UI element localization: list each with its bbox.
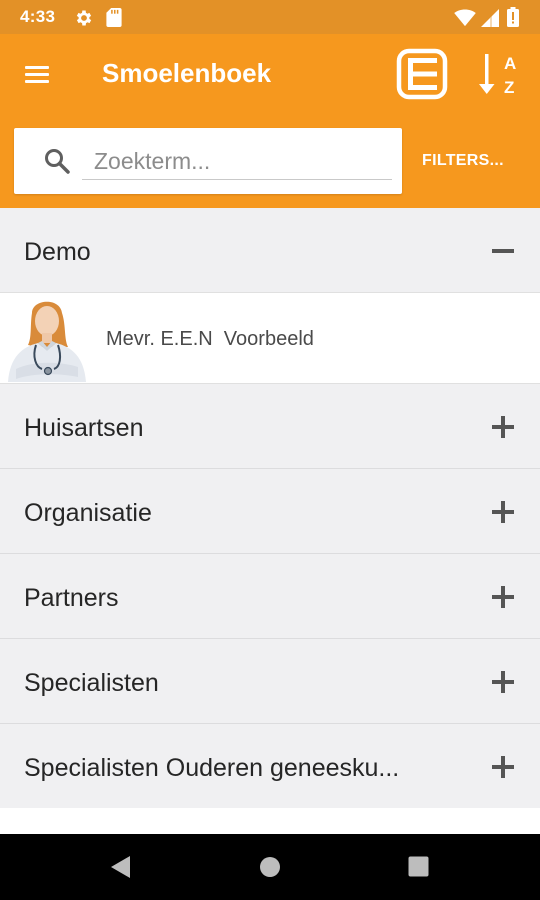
filters-button[interactable]: FILTERS... — [422, 152, 504, 170]
signal-icon — [481, 9, 499, 27]
group-row-partners[interactable]: Partners — [0, 554, 540, 639]
contact-group-list: Demo Mevr. E.E.N Voorbeeld Huisartsen Or… — [0, 208, 540, 809]
group-row-demo[interactable]: Demo — [0, 208, 540, 293]
expand-plus-icon[interactable] — [489, 753, 517, 781]
group-label: Huisartsen — [24, 414, 144, 442]
gear-icon — [76, 10, 92, 26]
search-box[interactable] — [14, 128, 402, 194]
list-view-icon[interactable] — [396, 48, 448, 100]
sort-letter-a: A — [504, 54, 516, 73]
wifi-icon — [454, 9, 476, 27]
group-row-specialisten[interactable]: Specialisten — [0, 639, 540, 724]
status-bar: 4:33 — [0, 0, 540, 34]
back-icon[interactable] — [108, 854, 134, 880]
group-label: Organisatie — [24, 499, 152, 527]
group-label: Specialisten Ouderen geneesku... — [24, 754, 400, 782]
expand-plus-icon[interactable] — [489, 583, 517, 611]
expand-plus-icon[interactable] — [489, 413, 517, 441]
group-row-organisatie[interactable]: Organisatie — [0, 469, 540, 554]
group-label: Partners — [24, 584, 119, 612]
search-input-underline — [82, 179, 392, 180]
group-row-specialisten-ouderen[interactable]: Specialisten Ouderen geneesku... — [0, 724, 540, 809]
person-name: Mevr. E.E.N Voorbeeld — [106, 328, 314, 350]
sort-az-icon: A Z — [479, 54, 516, 97]
avatar — [2, 295, 90, 382]
battery-icon — [507, 7, 519, 27]
sort-az-button[interactable]: A Z — [476, 50, 524, 100]
system-nav-bar — [0, 834, 540, 900]
expand-plus-icon[interactable] — [489, 668, 517, 696]
group-label: Demo — [24, 238, 91, 266]
search-bar-area: FILTERS... — [0, 114, 540, 208]
expand-plus-icon[interactable] — [489, 498, 517, 526]
status-time: 4:33 — [20, 7, 56, 26]
list-item-person[interactable]: Mevr. E.E.N Voorbeeld — [0, 293, 540, 384]
page-title: Smoelenboek — [102, 58, 272, 88]
menu-icon[interactable] — [22, 60, 52, 88]
group-label: Specialisten — [24, 669, 159, 697]
search-icon — [45, 149, 70, 174]
search-input[interactable] — [94, 142, 390, 180]
app-bar: Smoelenboek A Z — [0, 34, 540, 114]
collapse-minus-icon[interactable] — [489, 237, 517, 265]
home-icon[interactable] — [258, 855, 282, 879]
group-row-huisartsen[interactable]: Huisartsen — [0, 384, 540, 469]
list-bottom-space — [0, 808, 540, 834]
sd-card-icon — [106, 8, 122, 27]
recents-icon[interactable] — [407, 855, 430, 878]
sort-letter-z: Z — [504, 78, 514, 97]
app-screen: 4:33 Smoelenboek A Z Zoekterm... FILTERS… — [0, 0, 540, 900]
